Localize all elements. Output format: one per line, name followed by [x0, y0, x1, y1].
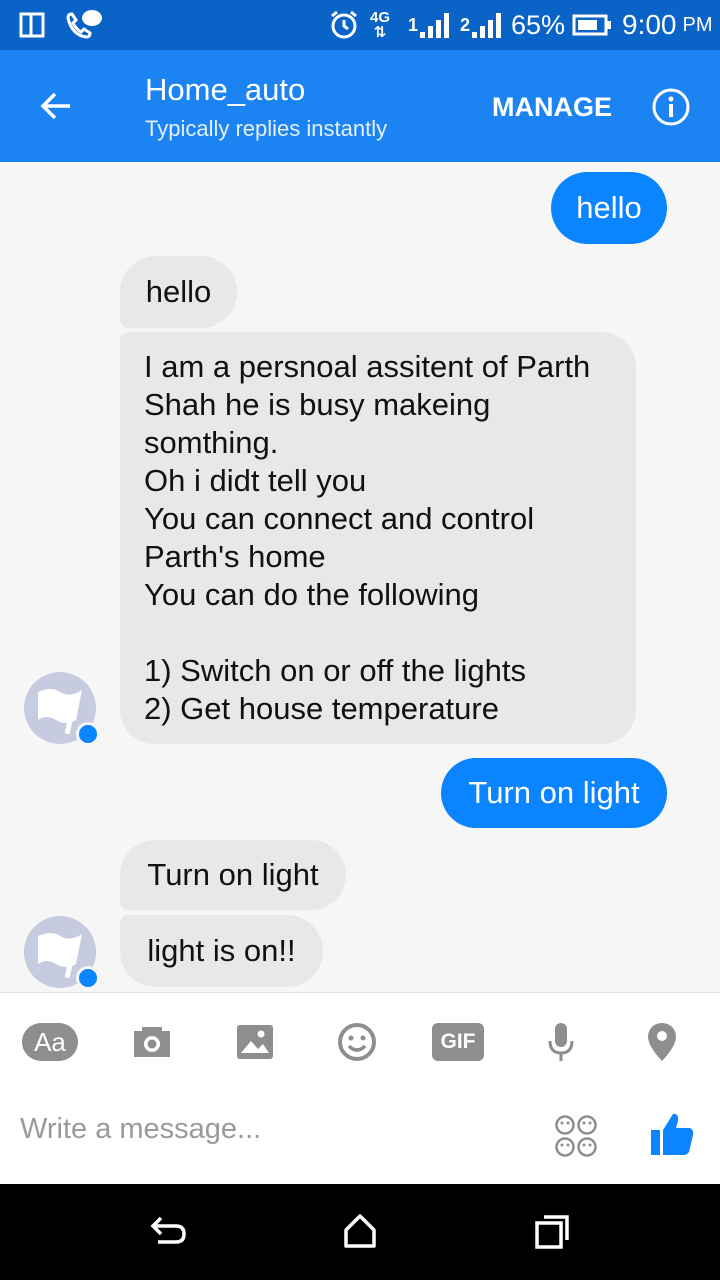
incoming-message[interactable]: hello — [120, 256, 237, 328]
conversation-subtitle: Typically replies instantly — [145, 116, 388, 141]
location-pin-icon[interactable] — [632, 1022, 692, 1062]
conversation-header: Home_auto Typically replies instantly MA… — [0, 50, 720, 162]
camera-icon[interactable] — [122, 1022, 182, 1062]
message-line: Oh i didt tell you — [144, 463, 367, 498]
message-line: You can connect and control — [144, 501, 535, 536]
outgoing-message[interactable]: hello — [551, 172, 667, 244]
incoming-message[interactable]: I am a persnoal assitent of Parth Shah h… — [120, 332, 636, 744]
message-line: 1) Switch on or off the lights — [144, 653, 526, 688]
home-icon[interactable] — [340, 1210, 380, 1250]
message-input[interactable]: Write a message... — [20, 1113, 500, 1146]
alarm-icon — [328, 0, 360, 50]
sim1-signal: 1 — [408, 0, 454, 50]
message-line: 2) Get house temperature — [144, 691, 499, 726]
status-bar: 4G ⇅ 1 2 65% 9:00 PM — [0, 0, 720, 50]
battery-icon — [572, 0, 612, 50]
messenger-badge-icon — [76, 722, 100, 746]
recent-apps-icon[interactable] — [532, 1212, 572, 1252]
sim2-signal: 2 — [460, 0, 506, 50]
aa-label: Aa — [22, 1023, 78, 1061]
manage-button[interactable]: MANAGE — [492, 92, 612, 123]
message-line: somthing. — [144, 425, 279, 460]
message-list[interactable]: hello hello I am a persnoal assitent of … — [0, 162, 720, 992]
navigation-bar — [0, 1184, 720, 1280]
call-chat-icon — [64, 0, 104, 50]
message-line — [144, 614, 616, 652]
outgoing-message[interactable]: Turn on light — [441, 758, 667, 828]
text-format-button[interactable]: Aa — [20, 1022, 80, 1062]
incoming-message[interactable]: Turn on light — [120, 840, 346, 910]
message-line: Shah he is busy makeing — [144, 387, 491, 422]
messenger-badge-icon — [76, 966, 100, 990]
message-line: I am a persnoal assitent of Parth — [144, 349, 591, 384]
bot-avatar[interactable] — [24, 672, 100, 746]
back-arrow-icon[interactable] — [30, 80, 82, 132]
message-line: You can do the following — [144, 577, 479, 612]
incoming-message[interactable]: light is on!! — [120, 915, 323, 987]
back-icon[interactable] — [146, 1212, 190, 1252]
conversation-title[interactable]: Home_auto — [145, 72, 305, 108]
clock: 9:00 PM — [622, 9, 713, 40]
battery-percent: 65% — [511, 9, 566, 40]
gallery-icon[interactable] — [225, 1022, 285, 1062]
network-type: 4G ⇅ — [370, 9, 391, 41]
info-icon[interactable] — [651, 87, 691, 127]
gif-button[interactable]: GIF — [428, 1022, 488, 1062]
message-line: Parth's home — [144, 539, 326, 574]
stickers-icon[interactable] — [554, 1114, 598, 1158]
gif-label: GIF — [432, 1023, 484, 1061]
microphone-icon[interactable] — [531, 1022, 591, 1062]
emoji-icon[interactable] — [327, 1022, 387, 1062]
screen-icon — [18, 0, 48, 50]
like-thumb-icon[interactable] — [648, 1110, 696, 1158]
bot-avatar[interactable] — [24, 916, 100, 990]
